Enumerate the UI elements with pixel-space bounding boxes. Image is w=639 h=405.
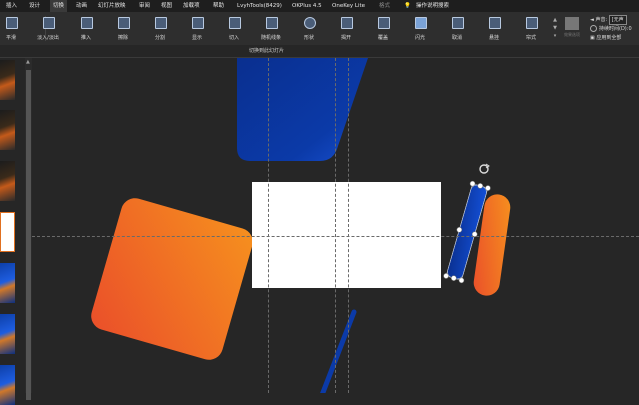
- cover-icon: [378, 17, 390, 29]
- transition-cover-label: 覆盖: [377, 35, 388, 41]
- vertical-guide[interactable]: [348, 58, 349, 393]
- vertical-guide[interactable]: [268, 58, 269, 393]
- transition-curtains-button[interactable]: 帘式: [516, 14, 546, 42]
- lightbulb-icon: 💡: [404, 3, 411, 9]
- slide-thumbnail[interactable]: [0, 60, 15, 100]
- menu-addins[interactable]: 加载项: [183, 0, 200, 12]
- white-rectangle-shape[interactable]: [252, 182, 441, 288]
- sound-label: 声音:: [595, 17, 608, 23]
- shape-icon: [304, 17, 316, 29]
- transition-morph-button[interactable]: 平滑: [0, 14, 26, 42]
- effect-options-label: 效果选项: [564, 32, 580, 37]
- curtains-icon: [526, 17, 538, 29]
- uncover-icon: [341, 17, 353, 29]
- drape-icon: [489, 17, 501, 29]
- duration-label: 持续时间(D):: [599, 26, 629, 32]
- transition-cut-label: 切入: [228, 35, 239, 41]
- apply-all-label: 应用到全部: [596, 35, 622, 41]
- slide-canvas[interactable]: [32, 58, 639, 393]
- duration-radio[interactable]: [590, 25, 597, 32]
- menu-transitions[interactable]: 切换: [50, 0, 68, 12]
- transition-cover-button[interactable]: 覆盖: [368, 14, 398, 42]
- reveal-icon: [192, 17, 204, 29]
- transition-fade-label: 淡入/淡出: [37, 35, 59, 41]
- blue-diagonal-shape[interactable]: [320, 309, 357, 393]
- slide-thumbnail[interactable]: [0, 110, 15, 150]
- wipe-icon: [118, 17, 130, 29]
- transition-uncover-label: 揭开: [340, 35, 351, 41]
- gallery-up-icon[interactable]: ▲: [552, 16, 558, 24]
- transition-split-button[interactable]: 分割: [145, 14, 175, 42]
- apply-all-row[interactable]: ▣ 应用到全部: [590, 34, 621, 42]
- transition-flash-button[interactable]: 闪光: [405, 14, 435, 42]
- transition-shape-label: 形状: [303, 35, 314, 41]
- slide-thumbnails: [0, 58, 24, 405]
- slide-thumbnail[interactable]: [0, 161, 15, 201]
- duration-row: 持续时间(D):0: [590, 25, 632, 33]
- slide-thumbnail-selected[interactable]: [0, 212, 15, 252]
- push-icon: [81, 17, 93, 29]
- menu-lvyhtools[interactable]: LvyhTools(8429): [237, 0, 282, 12]
- transition-reveal-label: 显示: [191, 35, 202, 41]
- duration-value[interactable]: 0: [628, 26, 631, 32]
- menu-okplus[interactable]: OKPlus 4.5: [292, 0, 322, 12]
- timing-options: ◄ 声音: [无声 持续时间(D):0 ▣ 应用到全部: [590, 14, 639, 44]
- sound-select[interactable]: [无声: [608, 15, 627, 25]
- transition-cut-button[interactable]: 切入: [219, 14, 249, 42]
- slide-thumbnail[interactable]: [0, 263, 15, 303]
- gallery-down-icon[interactable]: ▼: [552, 24, 558, 32]
- transition-random-bars-button[interactable]: 随机线条: [256, 14, 286, 42]
- ribbon: 平滑 淡入/淡出 推入 擦除 分割 显示 切入 随机线条 形状 揭开 覆盖 闪光…: [0, 12, 639, 45]
- morph-icon: [6, 17, 18, 29]
- flash-icon: [415, 17, 427, 29]
- menu-view[interactable]: 视图: [161, 0, 172, 12]
- transition-drape-button[interactable]: 悬挂: [479, 14, 509, 42]
- transition-wipe-label: 擦除: [117, 35, 128, 41]
- random-bars-icon: [266, 17, 278, 29]
- gallery-scroll: ▲ ▼ ▾: [552, 16, 558, 42]
- menu-design[interactable]: 设计: [29, 0, 40, 12]
- menu-bar: 插入 设计 切换 动画 幻灯片放映 审阅 视图 加载项 帮助 LvyhTools…: [0, 0, 639, 12]
- ribbon-group-bar: 切换到此幻灯片: [0, 45, 639, 58]
- menu-onekey[interactable]: OneKey Lite: [332, 0, 365, 12]
- menu-review[interactable]: 审阅: [139, 0, 150, 12]
- transition-push-label: 推入: [80, 35, 91, 41]
- sound-row: ◄ 声音: [无声: [590, 15, 627, 25]
- apply-all-icon: ▣: [590, 35, 595, 41]
- menu-animations[interactable]: 动画: [76, 0, 87, 12]
- split-icon: [155, 17, 167, 29]
- transition-drape-label: 悬挂: [488, 35, 499, 41]
- scrollbar-thumb[interactable]: [26, 70, 31, 400]
- transition-uncover-button[interactable]: 揭开: [331, 14, 361, 42]
- menu-format[interactable]: 格式: [379, 0, 390, 12]
- scroll-up-icon[interactable]: ▲: [26, 59, 30, 65]
- transition-random-bars-label: 随机线条: [260, 35, 281, 41]
- menu-insert[interactable]: 插入: [6, 0, 17, 12]
- group-label: 切换到此幻灯片: [249, 48, 285, 54]
- transition-shape-button[interactable]: 形状: [294, 14, 324, 42]
- transition-wipe-button[interactable]: 擦除: [108, 14, 138, 42]
- effect-options-icon[interactable]: [565, 17, 579, 30]
- fade-icon: [43, 17, 55, 29]
- cut-icon: [229, 17, 241, 29]
- rotate-handle-icon[interactable]: [479, 163, 490, 174]
- menu-slideshow[interactable]: 幻灯片放映: [98, 0, 126, 12]
- transition-reveal-button[interactable]: 显示: [182, 14, 212, 42]
- thumbnail-scrollbar[interactable]: ▲: [25, 58, 32, 400]
- tell-me-search[interactable]: 操作说明搜索: [416, 0, 449, 12]
- transition-cancel-button[interactable]: 取消: [442, 14, 472, 42]
- transition-curtains-label: 帘式: [525, 35, 536, 41]
- transition-cancel-label: 取消: [451, 35, 462, 41]
- transition-push-button[interactable]: 推入: [71, 14, 101, 42]
- orange-square-shape[interactable]: [88, 195, 256, 363]
- transition-split-label: 分割: [154, 35, 165, 41]
- transition-fade-button[interactable]: 淡入/淡出: [33, 14, 63, 42]
- sound-icon: ◄: [590, 17, 594, 23]
- menu-help[interactable]: 帮助: [213, 0, 224, 12]
- slide-thumbnail[interactable]: [0, 314, 15, 354]
- slide-thumbnail[interactable]: [0, 365, 15, 405]
- transition-flash-label: 闪光: [414, 35, 425, 41]
- cancel-transition-icon: [452, 17, 464, 29]
- vertical-guide[interactable]: [335, 58, 336, 393]
